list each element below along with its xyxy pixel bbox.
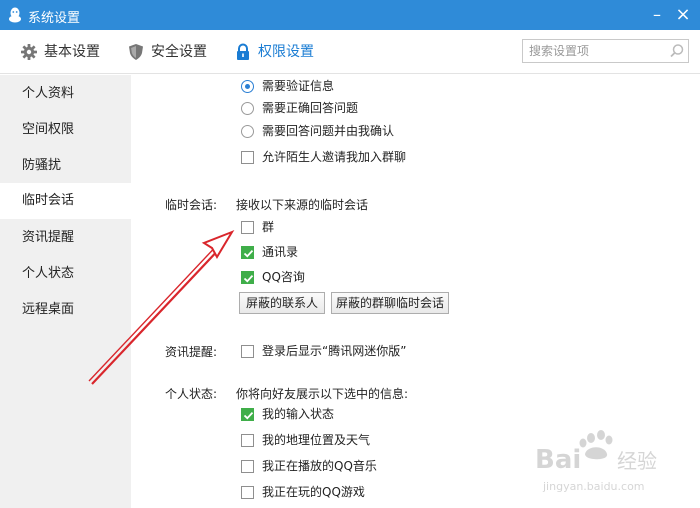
sidebar-item-profile[interactable]: 个人资料 [0,76,131,112]
radio-answer-and-confirm[interactable] [241,125,254,138]
blocked-group-sessions-button[interactable]: 屏蔽的群聊临时会话 [331,292,449,314]
search-icon[interactable] [669,43,685,59]
checkbox-contacts[interactable] [241,246,254,259]
checkbox-label: 登录后显示“腾讯网迷你版” [262,344,407,358]
checkbox-typing-status[interactable] [241,408,254,421]
gear-icon [21,44,37,60]
checkbox-location-weather[interactable] [241,434,254,447]
blocked-contacts-button[interactable]: 屏蔽的联系人 [239,292,325,314]
tab-permission-settings[interactable]: 权限设置 [234,30,324,74]
qq-penguin-icon [9,7,21,23]
sidebar-item-news-reminder[interactable]: 资讯提醒 [0,220,131,256]
radio-label: 需要验证信息 [262,79,335,93]
check-icon [243,249,254,258]
tab-label: 安全设置 [151,44,207,60]
shield-icon [129,44,143,60]
window-title: 系统设置 [28,11,81,26]
sidebar-item-temp-session[interactable]: 临时会话 [0,183,131,219]
section-desc-personal-status: 你将向好友展示以下选中的信息: [236,387,409,401]
section-label-temp-session: 临时会话: [165,198,218,212]
check-icon [243,411,254,420]
tab-label: 权限设置 [258,44,314,60]
checkbox-qq-music[interactable] [241,460,254,473]
search-box[interactable] [522,39,689,63]
checkbox-label: 我的输入状态 [262,407,335,421]
close-button[interactable]: × [672,4,694,26]
sidebar-item-anti-harassment[interactable]: 防骚扰 [0,148,131,184]
lock-icon [237,43,249,60]
sidebar-item-space-permission[interactable]: 空间权限 [0,112,131,148]
checkbox-label: 允许陌生人邀请我加入群聊 [262,150,407,164]
checkbox-label: 我的地理位置及天气 [262,433,371,447]
section-label-personal-status: 个人状态: [165,387,218,401]
radio-correct-answer[interactable] [241,102,254,115]
tab-security-settings[interactable]: 安全设置 [127,30,217,74]
tab-basic-settings[interactable]: 基本设置 [20,30,110,74]
search-input[interactable] [529,43,665,59]
section-desc-temp-session: 接收以下来源的临时会话 [236,198,369,212]
checkbox-label: 群 [262,220,275,234]
checkbox-label: QQ咨询 [262,270,305,284]
radio-label: 需要回答问题并由我确认 [262,124,395,138]
checkbox-label: 通讯录 [262,245,299,259]
radio-label: 需要正确回答问题 [262,101,359,115]
minimize-button[interactable]: – [646,4,668,26]
checkbox-group[interactable] [241,221,254,234]
checkbox-qq-game[interactable] [241,486,254,499]
sidebar-item-personal-status[interactable]: 个人状态 [0,256,131,292]
radio-need-verification[interactable] [241,80,254,93]
checkbox-qq-consult[interactable] [241,271,254,284]
checkbox-show-tencent-mini[interactable] [241,345,254,358]
sidebar-item-remote-desktop[interactable]: 远程桌面 [0,292,131,328]
checkbox-label: 我正在玩的QQ游戏 [262,485,365,499]
section-label-news-reminder: 资讯提醒: [165,345,218,359]
checkbox-allow-stranger-invite[interactable] [241,151,254,164]
check-icon [243,274,254,283]
title-bar: 系统设置 – × [0,0,700,30]
tab-label: 基本设置 [44,44,100,60]
checkbox-label: 我正在播放的QQ音乐 [262,459,377,473]
sidebar: 个人资料 空间权限 防骚扰 临时会话 资讯提醒 个人状态 远程桌面 [0,75,131,508]
